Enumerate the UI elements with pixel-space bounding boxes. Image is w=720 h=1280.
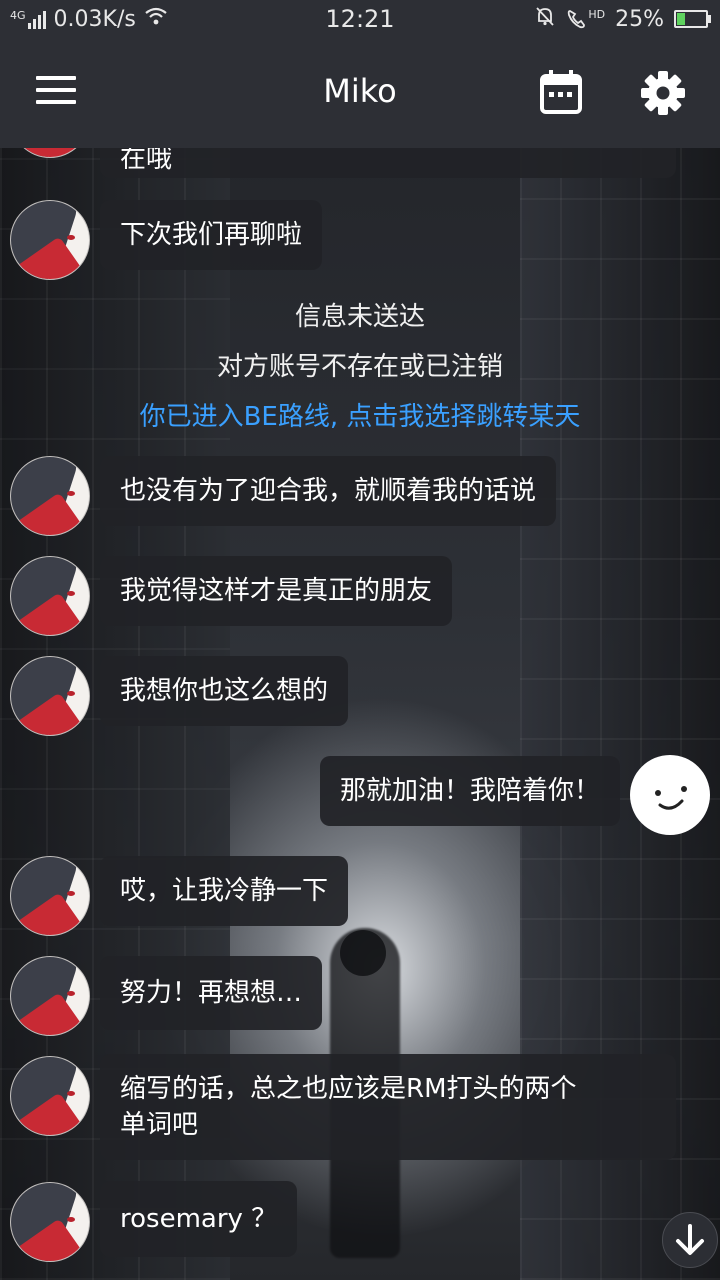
avatar-miko[interactable] bbox=[10, 1182, 90, 1262]
avatar-miko[interactable] bbox=[10, 656, 90, 736]
message-text-line1: 缩写的话，总之也应该是RM打头的两个 bbox=[120, 1074, 577, 1104]
arrow-down-icon bbox=[676, 1224, 704, 1255]
message-text: 哎，让我冷静一下 bbox=[120, 876, 329, 906]
battery-fill bbox=[677, 13, 685, 25]
avatar-miko[interactable] bbox=[10, 1056, 90, 1136]
message-text: 我觉得这样才是真正的朋友 bbox=[120, 576, 433, 606]
message-text: 也没有为了迎合我，就顺着我的话说 bbox=[120, 476, 537, 506]
battery-icon bbox=[674, 10, 711, 28]
avatar-miko[interactable] bbox=[10, 956, 90, 1036]
battery-percent: 25% bbox=[615, 6, 664, 32]
message-text: 我想你也这么想的 bbox=[120, 676, 329, 706]
system-message: 对方账号不存在或已注销 bbox=[216, 352, 503, 382]
gear-icon[interactable] bbox=[640, 70, 688, 118]
message-bubble-miko: rosemary ？ bbox=[100, 1181, 298, 1257]
message-text: 那就加油！我陪着你！ bbox=[339, 776, 600, 806]
app-bar: Miko bbox=[0, 38, 720, 148]
message-bubble-miko: 我觉得这样才是真正的朋友 bbox=[100, 556, 453, 626]
avatar-miko[interactable] bbox=[10, 200, 90, 280]
status-bar: 4G 0.03K/s 12:21 HD 25% bbox=[0, 0, 720, 38]
scroll-to-bottom-button[interactable] bbox=[662, 1212, 718, 1268]
avatar-miko[interactable] bbox=[10, 456, 90, 536]
message-text: 在哦 bbox=[120, 148, 173, 174]
message-text-line2: 单词吧 bbox=[120, 1110, 199, 1140]
message-text: 努力！再想想… bbox=[120, 978, 303, 1008]
message-bubble-me: 那就加油！我陪着你！ bbox=[319, 756, 620, 826]
message-bubble-miko: 我想你也这么想的 bbox=[100, 656, 349, 726]
message-text: rosemary ？ bbox=[120, 1204, 278, 1234]
hd-call-icon: HD bbox=[566, 8, 605, 30]
chat-title: Miko bbox=[323, 72, 397, 110]
calendar-icon[interactable] bbox=[540, 70, 584, 114]
message-bubble-miko: 缩写的话，总之也应该是RM打头的两个 单词吧 bbox=[100, 1054, 676, 1160]
message-bubble-miko: 哎，让我冷静一下 bbox=[100, 856, 349, 926]
smiley-face-icon bbox=[655, 786, 687, 810]
hd-label: HD bbox=[588, 8, 606, 21]
avatar-miko[interactable] bbox=[10, 148, 90, 158]
message-bubble-miko: 也没有为了迎合我，就顺着我的话说 bbox=[100, 456, 557, 526]
system-message: 信息未送达 bbox=[294, 302, 425, 332]
message-bubble-partial: 在哦 bbox=[100, 148, 676, 178]
message-bubble-miko: 努力！再想想… bbox=[100, 956, 323, 1030]
message-text: 下次我们再聊啦 bbox=[120, 220, 303, 250]
avatar-miko[interactable] bbox=[10, 856, 90, 936]
chat-list[interactable]: 在哦 下次我们再聊啦 信息未送达 对方账号不存在或已注销 你已进入BE路线, 点… bbox=[0, 148, 720, 1280]
avatar-me[interactable] bbox=[630, 755, 710, 835]
be-route-link[interactable]: 你已进入BE路线, 点击我选择跳转某天 bbox=[0, 396, 720, 433]
message-bubble-miko: 下次我们再聊啦 bbox=[100, 200, 323, 270]
mute-icon bbox=[534, 5, 556, 33]
avatar-miko[interactable] bbox=[10, 556, 90, 636]
